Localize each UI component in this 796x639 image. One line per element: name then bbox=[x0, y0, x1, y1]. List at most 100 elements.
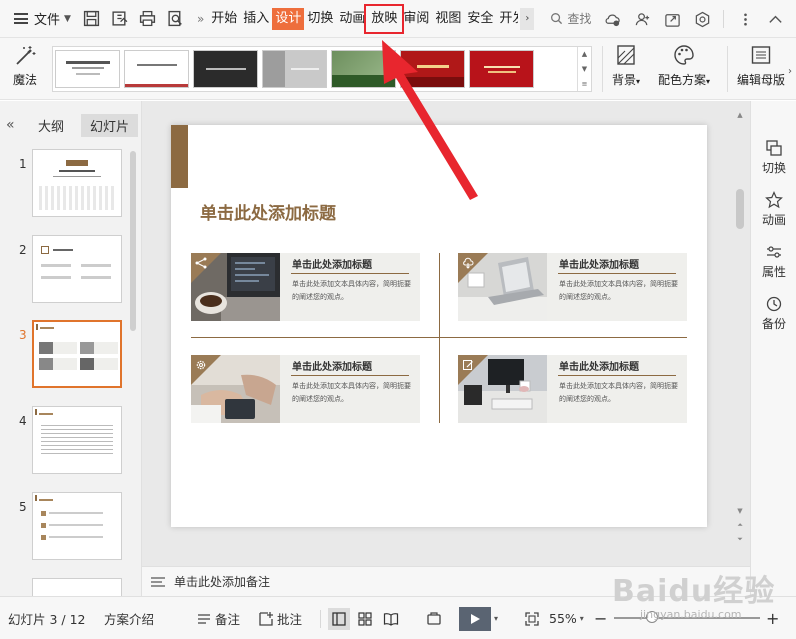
panel-scroll-thumb[interactable] bbox=[130, 151, 136, 331]
slide-sorter-button[interactable] bbox=[354, 597, 376, 639]
ribbon-scroll-right-icon[interactable]: › bbox=[788, 66, 792, 77]
theme-6[interactable] bbox=[400, 50, 465, 88]
scroll-up-icon[interactable]: ▲ bbox=[735, 111, 745, 119]
cloud-sync-icon[interactable] bbox=[601, 8, 623, 30]
theme-1[interactable] bbox=[55, 50, 120, 88]
normal-view-button[interactable] bbox=[328, 597, 350, 639]
tab-outline[interactable]: 大纲 bbox=[38, 114, 64, 137]
next-slide-icon[interactable]: ⏷ bbox=[735, 535, 745, 544]
panel-scrollbar[interactable] bbox=[130, 151, 136, 591]
edit-master-button[interactable]: 编辑母版 bbox=[736, 44, 786, 88]
card-underline bbox=[558, 273, 676, 274]
gallery-expand-icon[interactable]: ≡ bbox=[582, 80, 588, 88]
share-icon[interactable] bbox=[661, 8, 683, 30]
tab-security[interactable]: 安全 bbox=[464, 8, 496, 30]
zoom-level[interactable]: 55% ▾ bbox=[549, 597, 584, 639]
color-scheme-button[interactable]: 配色方案▾ bbox=[658, 44, 710, 88]
tab-slides[interactable]: 幻灯片 bbox=[81, 113, 139, 137]
quick-access-toolbar: » bbox=[81, 8, 208, 30]
theme-name-text: 方案介绍 bbox=[104, 612, 155, 627]
fit-window-button[interactable] bbox=[524, 597, 543, 639]
canvas-scrollbar[interactable]: ▲ ▼ ⏶ ⏷ bbox=[735, 111, 745, 551]
collaborate-icon[interactable] bbox=[631, 8, 653, 30]
gallery-scrollbar[interactable]: ▲ ▼ ≡ bbox=[577, 47, 591, 91]
comments-button[interactable]: 批注 bbox=[258, 597, 302, 639]
slide-thumbnail-5[interactable] bbox=[32, 492, 122, 560]
content-card-2[interactable]: 单击此处添加标题 单击此处添加文本具体内容，简明扼要的阐述您的观点。 bbox=[458, 253, 687, 321]
tabs-scroll-right-icon[interactable]: › bbox=[520, 7, 535, 30]
tab-view[interactable]: 视图 bbox=[432, 8, 464, 30]
theme-5[interactable] bbox=[331, 50, 396, 88]
sidebar-item-animation[interactable]: 动画 bbox=[751, 191, 796, 228]
print-icon[interactable] bbox=[137, 8, 159, 30]
card-title[interactable]: 单击此处添加标题 bbox=[292, 256, 372, 271]
tab-animation[interactable]: 动画 bbox=[336, 8, 368, 30]
slide-thumbnail-3[interactable] bbox=[32, 320, 122, 388]
zoom-out-button[interactable]: − bbox=[594, 597, 607, 639]
theme-2[interactable] bbox=[124, 50, 189, 88]
slide-thumbnail-2[interactable] bbox=[32, 235, 122, 303]
theme-4[interactable] bbox=[262, 50, 327, 88]
prev-slide-icon[interactable]: ⏶ bbox=[735, 521, 745, 530]
tab-developer[interactable]: 开发 bbox=[496, 8, 518, 30]
file-menu[interactable]: 文件 ▼ bbox=[34, 9, 71, 28]
slide-thumbnail-6[interactable] bbox=[32, 578, 122, 596]
card-body[interactable]: 单击此处添加文本具体内容，简明扼要的阐述您的观点。 bbox=[559, 278, 679, 304]
tab-insert[interactable]: 插入 bbox=[240, 8, 272, 30]
play-options-chevron-icon[interactable]: ▾ bbox=[494, 614, 498, 623]
menu-left: 文件 ▼ » bbox=[0, 0, 208, 37]
card-title[interactable]: 单击此处添加标题 bbox=[559, 256, 639, 271]
sidebar-item-backup[interactable]: 备份 bbox=[751, 295, 796, 332]
card-title[interactable]: 单击此处添加标题 bbox=[292, 358, 372, 373]
card-body[interactable]: 单击此处添加文本具体内容，简明扼要的阐述您的观点。 bbox=[292, 380, 412, 406]
hamburger-menu-icon[interactable] bbox=[14, 13, 28, 24]
settings-gear-icon[interactable] bbox=[691, 8, 713, 30]
sidebar-item-properties[interactable]: 属性 bbox=[751, 243, 796, 280]
slides-panel: « 大纲 幻灯片 1 2 3 4 5 bbox=[0, 101, 142, 596]
collapse-panel-icon[interactable]: « bbox=[6, 117, 20, 133]
divider-vertical bbox=[439, 253, 440, 423]
tab-design[interactable]: 设计 bbox=[272, 7, 305, 30]
save-icon[interactable] bbox=[81, 8, 103, 30]
sidebar-item-transition[interactable]: 切换 bbox=[751, 139, 796, 176]
card-body[interactable]: 单击此处添加文本具体内容，简明扼要的阐述您的观点。 bbox=[292, 278, 412, 304]
theme-7[interactable] bbox=[469, 50, 534, 88]
play-slideshow-button[interactable]: ▾ bbox=[459, 597, 498, 639]
search-placeholder: 查找 bbox=[567, 12, 592, 26]
slide-counter[interactable]: 幻灯片 3 / 12 bbox=[8, 597, 86, 639]
slide-title[interactable]: 单击此处添加标题 bbox=[200, 199, 336, 224]
tab-slideshow[interactable]: 放映 bbox=[364, 3, 405, 34]
tab-review[interactable]: 审阅 bbox=[400, 8, 432, 30]
comments-label: 批注 bbox=[277, 612, 303, 627]
more-options-icon[interactable] bbox=[734, 8, 756, 30]
presenter-icon bbox=[427, 611, 441, 625]
current-slide[interactable]: 单击此处添加标题 单击此处添加标题 单击此处添加文本具体内容，简明扼要的阐述您的… bbox=[171, 125, 707, 527]
scroll-down-icon[interactable]: ▼ bbox=[735, 507, 745, 515]
gallery-down-icon[interactable]: ▼ bbox=[582, 65, 587, 73]
content-card-1[interactable]: 单击此处添加标题 单击此处添加文本具体内容，简明扼要的阐述您的观点。 bbox=[191, 253, 420, 321]
reading-view-button[interactable] bbox=[380, 597, 402, 639]
search-box[interactable]: 查找 bbox=[550, 10, 591, 27]
notes-toggle-button[interactable]: 备注 bbox=[196, 597, 240, 639]
presenter-button[interactable] bbox=[426, 597, 445, 639]
content-card-4[interactable]: 单击此处添加标题 单击此处添加文本具体内容，简明扼要的阐述您的观点。 bbox=[458, 355, 687, 423]
export-icon[interactable] bbox=[109, 8, 131, 30]
fit-window-icon bbox=[525, 611, 539, 626]
card-body[interactable]: 单击此处添加文本具体内容，简明扼要的阐述您的观点。 bbox=[559, 380, 679, 406]
print-preview-icon[interactable] bbox=[165, 8, 187, 30]
background-button[interactable]: 背景▾ bbox=[612, 44, 640, 88]
slide-thumbnail-1[interactable] bbox=[32, 149, 122, 217]
plus-icon: + bbox=[766, 609, 780, 628]
card-title[interactable]: 单击此处添加标题 bbox=[559, 358, 639, 373]
tab-transition[interactable]: 切换 bbox=[304, 8, 336, 30]
theme-3[interactable] bbox=[193, 50, 258, 88]
magic-button[interactable]: 魔法 bbox=[8, 44, 42, 88]
collapse-ribbon-icon[interactable] bbox=[764, 8, 786, 30]
more-icon[interactable]: » bbox=[197, 12, 204, 26]
gallery-up-icon[interactable]: ▲ bbox=[582, 50, 587, 58]
slide-thumbnail-4[interactable] bbox=[32, 406, 122, 474]
tab-home[interactable]: 开始 bbox=[208, 8, 240, 30]
star-icon bbox=[765, 191, 783, 209]
content-card-3[interactable]: 单击此处添加标题 单击此处添加文本具体内容，简明扼要的阐述您的观点。 bbox=[191, 355, 420, 423]
canvas-scroll-thumb[interactable] bbox=[736, 189, 744, 229]
